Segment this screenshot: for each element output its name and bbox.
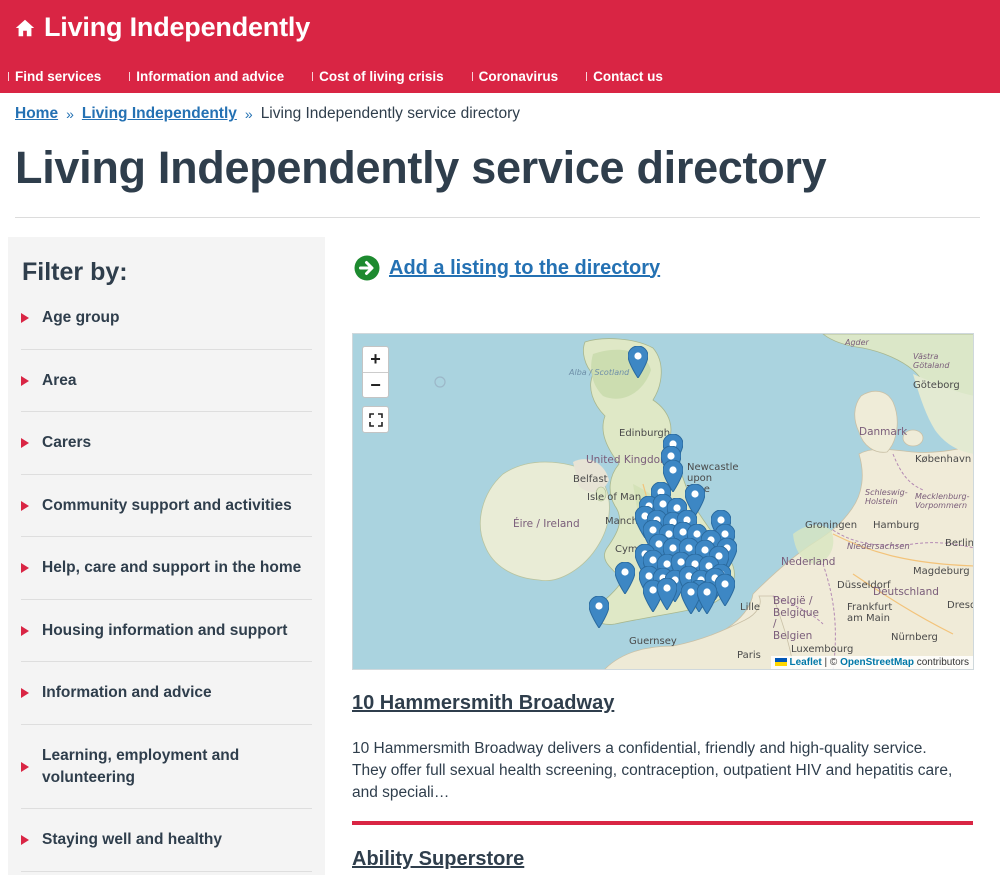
filter-label: Housing information and support bbox=[42, 621, 288, 639]
attribution-contributors: contributors bbox=[913, 657, 969, 668]
listing-description: 10 Hammersmith Broadway delivers a confi… bbox=[352, 740, 953, 801]
filter-sidebar: Filter by: Age group Area Carers Communi… bbox=[8, 237, 325, 875]
expand-triangle-icon bbox=[21, 375, 29, 386]
filter-label: Information and advice bbox=[42, 684, 212, 701]
expand-triangle-icon bbox=[21, 563, 29, 573]
ukraine-flag-icon bbox=[774, 658, 787, 667]
breadcrumb-section-link[interactable]: Living Independently bbox=[82, 105, 237, 123]
filter-label: Community support and activities bbox=[42, 496, 292, 514]
map-marker-pin-icon[interactable] bbox=[715, 574, 735, 606]
filter-carers[interactable]: Carers bbox=[21, 412, 312, 475]
breadcrumb-separator: » bbox=[66, 106, 74, 122]
nav-label: Find services bbox=[15, 68, 102, 84]
nav-divider bbox=[471, 71, 473, 81]
site-title: Living Independently bbox=[44, 12, 311, 42]
filter-label: Area bbox=[42, 371, 77, 389]
home-icon bbox=[15, 19, 35, 36]
add-listing-link[interactable]: Add a listing to the directory bbox=[354, 255, 660, 281]
expand-triangle-icon bbox=[21, 688, 29, 698]
map-marker-pin-icon[interactable] bbox=[589, 596, 609, 628]
filter-information-advice[interactable]: Information and advice bbox=[21, 662, 312, 725]
main-nav: Find services Information and advice Cos… bbox=[0, 66, 683, 86]
arrow-right-circle-icon bbox=[354, 255, 380, 281]
nav-cost-of-living[interactable]: Cost of living crisis bbox=[304, 69, 444, 84]
map-marker-pin-icon[interactable] bbox=[657, 578, 677, 610]
breadcrumb-current: Living Independently service directory bbox=[260, 105, 521, 122]
nav-divider bbox=[586, 71, 588, 81]
filter-label: Staying well and healthy bbox=[42, 831, 223, 848]
breadcrumb-home-link[interactable]: Home bbox=[15, 105, 58, 123]
filter-label: Learning, employment and volunteering bbox=[42, 746, 240, 786]
map-marker-pin-icon[interactable] bbox=[615, 562, 635, 594]
expand-triangle-icon bbox=[21, 625, 29, 636]
filter-list: Age group Area Carers Community support … bbox=[21, 287, 312, 872]
nav-label: Information and advice bbox=[136, 68, 285, 84]
expand-triangle-icon bbox=[21, 438, 29, 448]
filter-staying-well[interactable]: Staying well and healthy bbox=[21, 809, 312, 872]
nav-label: Contact us bbox=[593, 68, 663, 84]
expand-triangle-icon bbox=[21, 313, 29, 323]
add-listing-label: Add a listing to the directory bbox=[389, 256, 661, 279]
zoom-control: + − bbox=[362, 346, 389, 398]
nav-information-and-advice[interactable]: Information and advice bbox=[121, 69, 284, 84]
breadcrumb: Home » Living Independently » Living Ind… bbox=[15, 105, 520, 123]
map-attribution: Leaflet | © OpenStreetMap contributors bbox=[770, 656, 973, 669]
osm-link[interactable]: OpenStreetMap bbox=[840, 657, 914, 668]
nav-coronavirus[interactable]: Coronavirus bbox=[464, 68, 559, 84]
expand-triangle-icon bbox=[21, 500, 29, 511]
listing-divider bbox=[352, 821, 973, 825]
filter-age-group[interactable]: Age group bbox=[21, 287, 312, 350]
listing-title-link[interactable]: 10 Hammersmith Broadway bbox=[352, 692, 614, 715]
attribution-separator: | © bbox=[821, 657, 841, 668]
leaflet-link[interactable]: Leaflet bbox=[790, 657, 822, 668]
nav-divider bbox=[129, 71, 131, 81]
nav-find-services[interactable]: Find services bbox=[0, 69, 101, 84]
nav-divider bbox=[8, 71, 9, 81]
map-marker-pin-icon[interactable] bbox=[628, 346, 648, 378]
site-header: Living Independently Find services Infor… bbox=[0, 0, 1000, 93]
fullscreen-icon bbox=[368, 412, 383, 427]
title-divider bbox=[15, 217, 980, 218]
map-markers bbox=[589, 346, 737, 628]
filter-learning-employment[interactable]: Learning, employment and volunteering bbox=[21, 725, 312, 809]
nav-label: Cost of living crisis bbox=[319, 68, 444, 84]
nav-divider bbox=[312, 71, 314, 81]
fullscreen-button[interactable] bbox=[362, 406, 389, 433]
filter-help-care-home[interactable]: Help, care and support in the home bbox=[21, 537, 312, 600]
filter-label: Help, care and support in the home bbox=[42, 559, 302, 576]
filter-label: Age group bbox=[42, 309, 120, 326]
expand-triangle-icon bbox=[21, 761, 29, 772]
filter-community-support[interactable]: Community support and activities bbox=[21, 475, 312, 537]
filter-housing[interactable]: Housing information and support bbox=[21, 600, 312, 662]
expand-triangle-icon bbox=[21, 835, 29, 845]
services-map[interactable]: Alba / Scotland Edinburgh United Kingdom… bbox=[352, 333, 974, 670]
nav-contact-us[interactable]: Contact us bbox=[578, 69, 663, 84]
zoom-out-button[interactable]: − bbox=[363, 372, 388, 397]
listing-title-link[interactable]: Ability Superstore bbox=[352, 848, 524, 871]
breadcrumb-separator: » bbox=[244, 106, 253, 122]
page-title: Living Independently service directory bbox=[15, 142, 827, 193]
nav-label: Coronavirus bbox=[478, 68, 559, 84]
zoom-in-button[interactable]: + bbox=[363, 347, 388, 372]
site-logo[interactable]: Living Independently bbox=[14, 12, 310, 43]
filter-area[interactable]: Area bbox=[21, 350, 312, 412]
filter-heading: Filter by: bbox=[22, 258, 128, 286]
filter-label: Carers bbox=[42, 434, 92, 451]
